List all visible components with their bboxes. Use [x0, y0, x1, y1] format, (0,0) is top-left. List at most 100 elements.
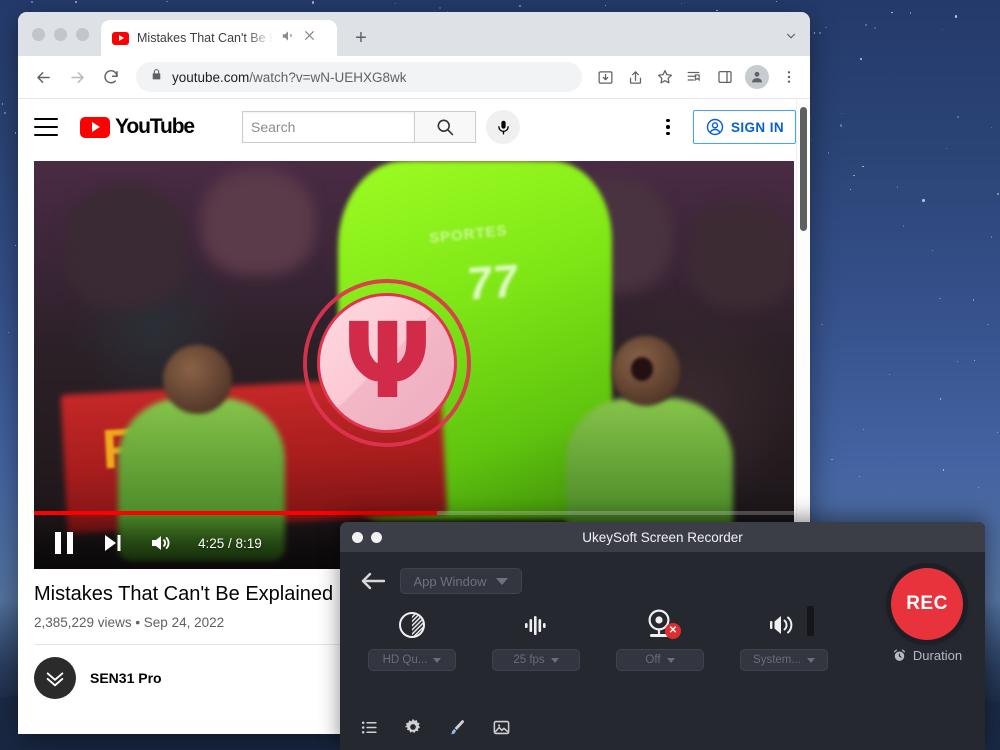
record-controls: REC Duration [891, 568, 963, 663]
contrast-quality-icon[interactable] [397, 604, 427, 640]
sign-in-label: SIGN IN [731, 120, 784, 135]
three-dot-menu-icon[interactable] [776, 64, 802, 90]
chevron-down-icon [667, 658, 675, 663]
time-display: 4:25 / 8:19 [198, 536, 262, 551]
progress-bar[interactable] [34, 511, 794, 515]
gear-icon[interactable] [402, 716, 424, 738]
account-circle-icon [705, 117, 725, 137]
speaker-volume-icon[interactable] [768, 604, 800, 640]
image-icon[interactable] [490, 716, 512, 738]
sign-in-button[interactable]: SIGN IN [693, 110, 796, 144]
webcam-value: Off [645, 654, 660, 666]
option-webcam: ✕ Off [598, 604, 722, 671]
fan-left-head [163, 345, 231, 414]
tab-search-chevron-icon[interactable] [784, 29, 798, 48]
webcam-disabled-icon[interactable]: ✕ [643, 604, 677, 640]
alarm-clock-icon [892, 648, 907, 663]
chevron-down-icon [496, 578, 508, 585]
maximize-window-button[interactable] [76, 28, 89, 41]
recorder-window-title: UkeySoft Screen Recorder [340, 530, 985, 545]
chevron-down-icon [807, 658, 815, 663]
framerate-value: 25 fps [513, 654, 544, 666]
new-tab-button[interactable]: + [347, 24, 375, 52]
recorder-body: App Window HD Qu... 25 fps ✕ Off System.… [340, 552, 985, 750]
volume-icon[interactable] [144, 527, 176, 559]
ukeysoft-screen-recorder-window: UkeySoft Screen Recorder App Window HD Q… [340, 522, 985, 750]
video-watermark: Ψ [303, 279, 471, 447]
recorder-options: HD Qu... 25 fps ✕ Off System... [350, 594, 985, 671]
reload-icon[interactable] [96, 62, 126, 92]
quality-value: HD Qu... [383, 654, 428, 666]
back-arrow-icon[interactable] [360, 571, 386, 591]
recorder-title-bar: UkeySoft Screen Recorder [340, 522, 985, 552]
next-video-icon[interactable] [96, 527, 128, 559]
hamburger-menu-icon[interactable] [34, 118, 58, 136]
youtube-settings-menu-icon[interactable] [653, 119, 683, 136]
option-framerate: 25 fps [474, 604, 598, 671]
capture-source-value: App Window [414, 574, 487, 589]
recorder-minimize-button[interactable] [371, 532, 382, 543]
youtube-logo[interactable]: YouTube [80, 115, 194, 139]
youtube-masthead: YouTube Search SIGN IN [18, 99, 810, 155]
capture-source-dropdown[interactable]: App Window [400, 568, 522, 594]
video-player[interactable]: SPORTES 77 FIN Ψ [34, 161, 794, 569]
jersey-number: 77 [466, 253, 519, 311]
audio-source-dropdown[interactable]: System... [740, 649, 828, 671]
profile-avatar-icon[interactable] [745, 65, 769, 89]
window-traffic-lights[interactable] [30, 12, 97, 56]
framerate-dropdown[interactable]: 25 fps [492, 649, 580, 671]
minimize-window-button[interactable] [54, 28, 67, 41]
tab-title: Mistakes That Can't Be Exp [137, 31, 273, 45]
quality-dropdown[interactable]: HD Qu... [368, 649, 456, 671]
close-tab-button[interactable] [303, 29, 316, 47]
star-icon[interactable] [652, 64, 678, 90]
pause-icon[interactable] [48, 527, 80, 559]
option-audio: System... [722, 604, 846, 671]
duration-control[interactable]: Duration [892, 648, 962, 663]
record-button[interactable]: REC [891, 568, 963, 640]
progress-played [34, 511, 437, 515]
youtube-favicon [112, 32, 129, 45]
webcam-off-badge: ✕ [665, 623, 681, 639]
channel-name: SEN31 Pro [90, 670, 162, 686]
chevron-down-icon [551, 658, 559, 663]
browser-toolbar: youtube.com/watch?v=wN-UEHXG8wk [18, 56, 810, 98]
url-text: youtube.com/watch?v=wN-UEHXG8wk [172, 70, 406, 85]
option-quality: HD Qu... [350, 604, 474, 671]
address-bar[interactable]: youtube.com/watch?v=wN-UEHXG8wk [136, 62, 582, 92]
back-arrow-icon[interactable] [28, 62, 58, 92]
share-icon[interactable] [622, 64, 648, 90]
recorder-traffic-lights[interactable] [352, 532, 382, 543]
youtube-logo-text: YouTube [115, 115, 194, 139]
watermark-glyph: Ψ [343, 309, 431, 413]
volume-slider[interactable] [807, 606, 814, 636]
reading-list-icon[interactable] [682, 64, 708, 90]
side-panel-icon[interactable] [712, 64, 738, 90]
chevron-down-icon [433, 658, 441, 663]
waveform-fps-icon[interactable] [521, 604, 551, 640]
microphone-icon[interactable] [486, 110, 520, 144]
channel-avatar-icon[interactable] [34, 657, 76, 699]
tab-strip: Mistakes That Can't Be Exp + [18, 12, 810, 56]
brush-icon[interactable] [446, 716, 468, 738]
search-button[interactable] [414, 111, 476, 143]
install-app-icon[interactable] [592, 64, 618, 90]
browser-tab-youtube[interactable]: Mistakes That Can't Be Exp [101, 20, 337, 56]
webcam-dropdown[interactable]: Off [616, 649, 704, 671]
lock-icon [150, 68, 163, 86]
recorder-bottom-toolbar [358, 716, 512, 738]
youtube-search [242, 111, 476, 143]
list-icon[interactable] [358, 716, 380, 738]
audio-source-value: System... [753, 654, 801, 666]
recorder-close-button[interactable] [352, 532, 363, 543]
scrollbar-thumb[interactable] [800, 107, 807, 231]
youtube-play-icon [80, 117, 110, 138]
speaker-muted-icon[interactable] [281, 29, 295, 48]
search-input[interactable] [251, 119, 406, 135]
search-input-wrapper[interactable] [242, 111, 414, 143]
recorder-source-row: App Window [340, 552, 985, 594]
duration-label: Duration [913, 648, 962, 663]
url-domain: youtube.com [172, 70, 249, 85]
close-window-button[interactable] [32, 28, 45, 41]
forward-arrow-icon[interactable] [62, 62, 92, 92]
